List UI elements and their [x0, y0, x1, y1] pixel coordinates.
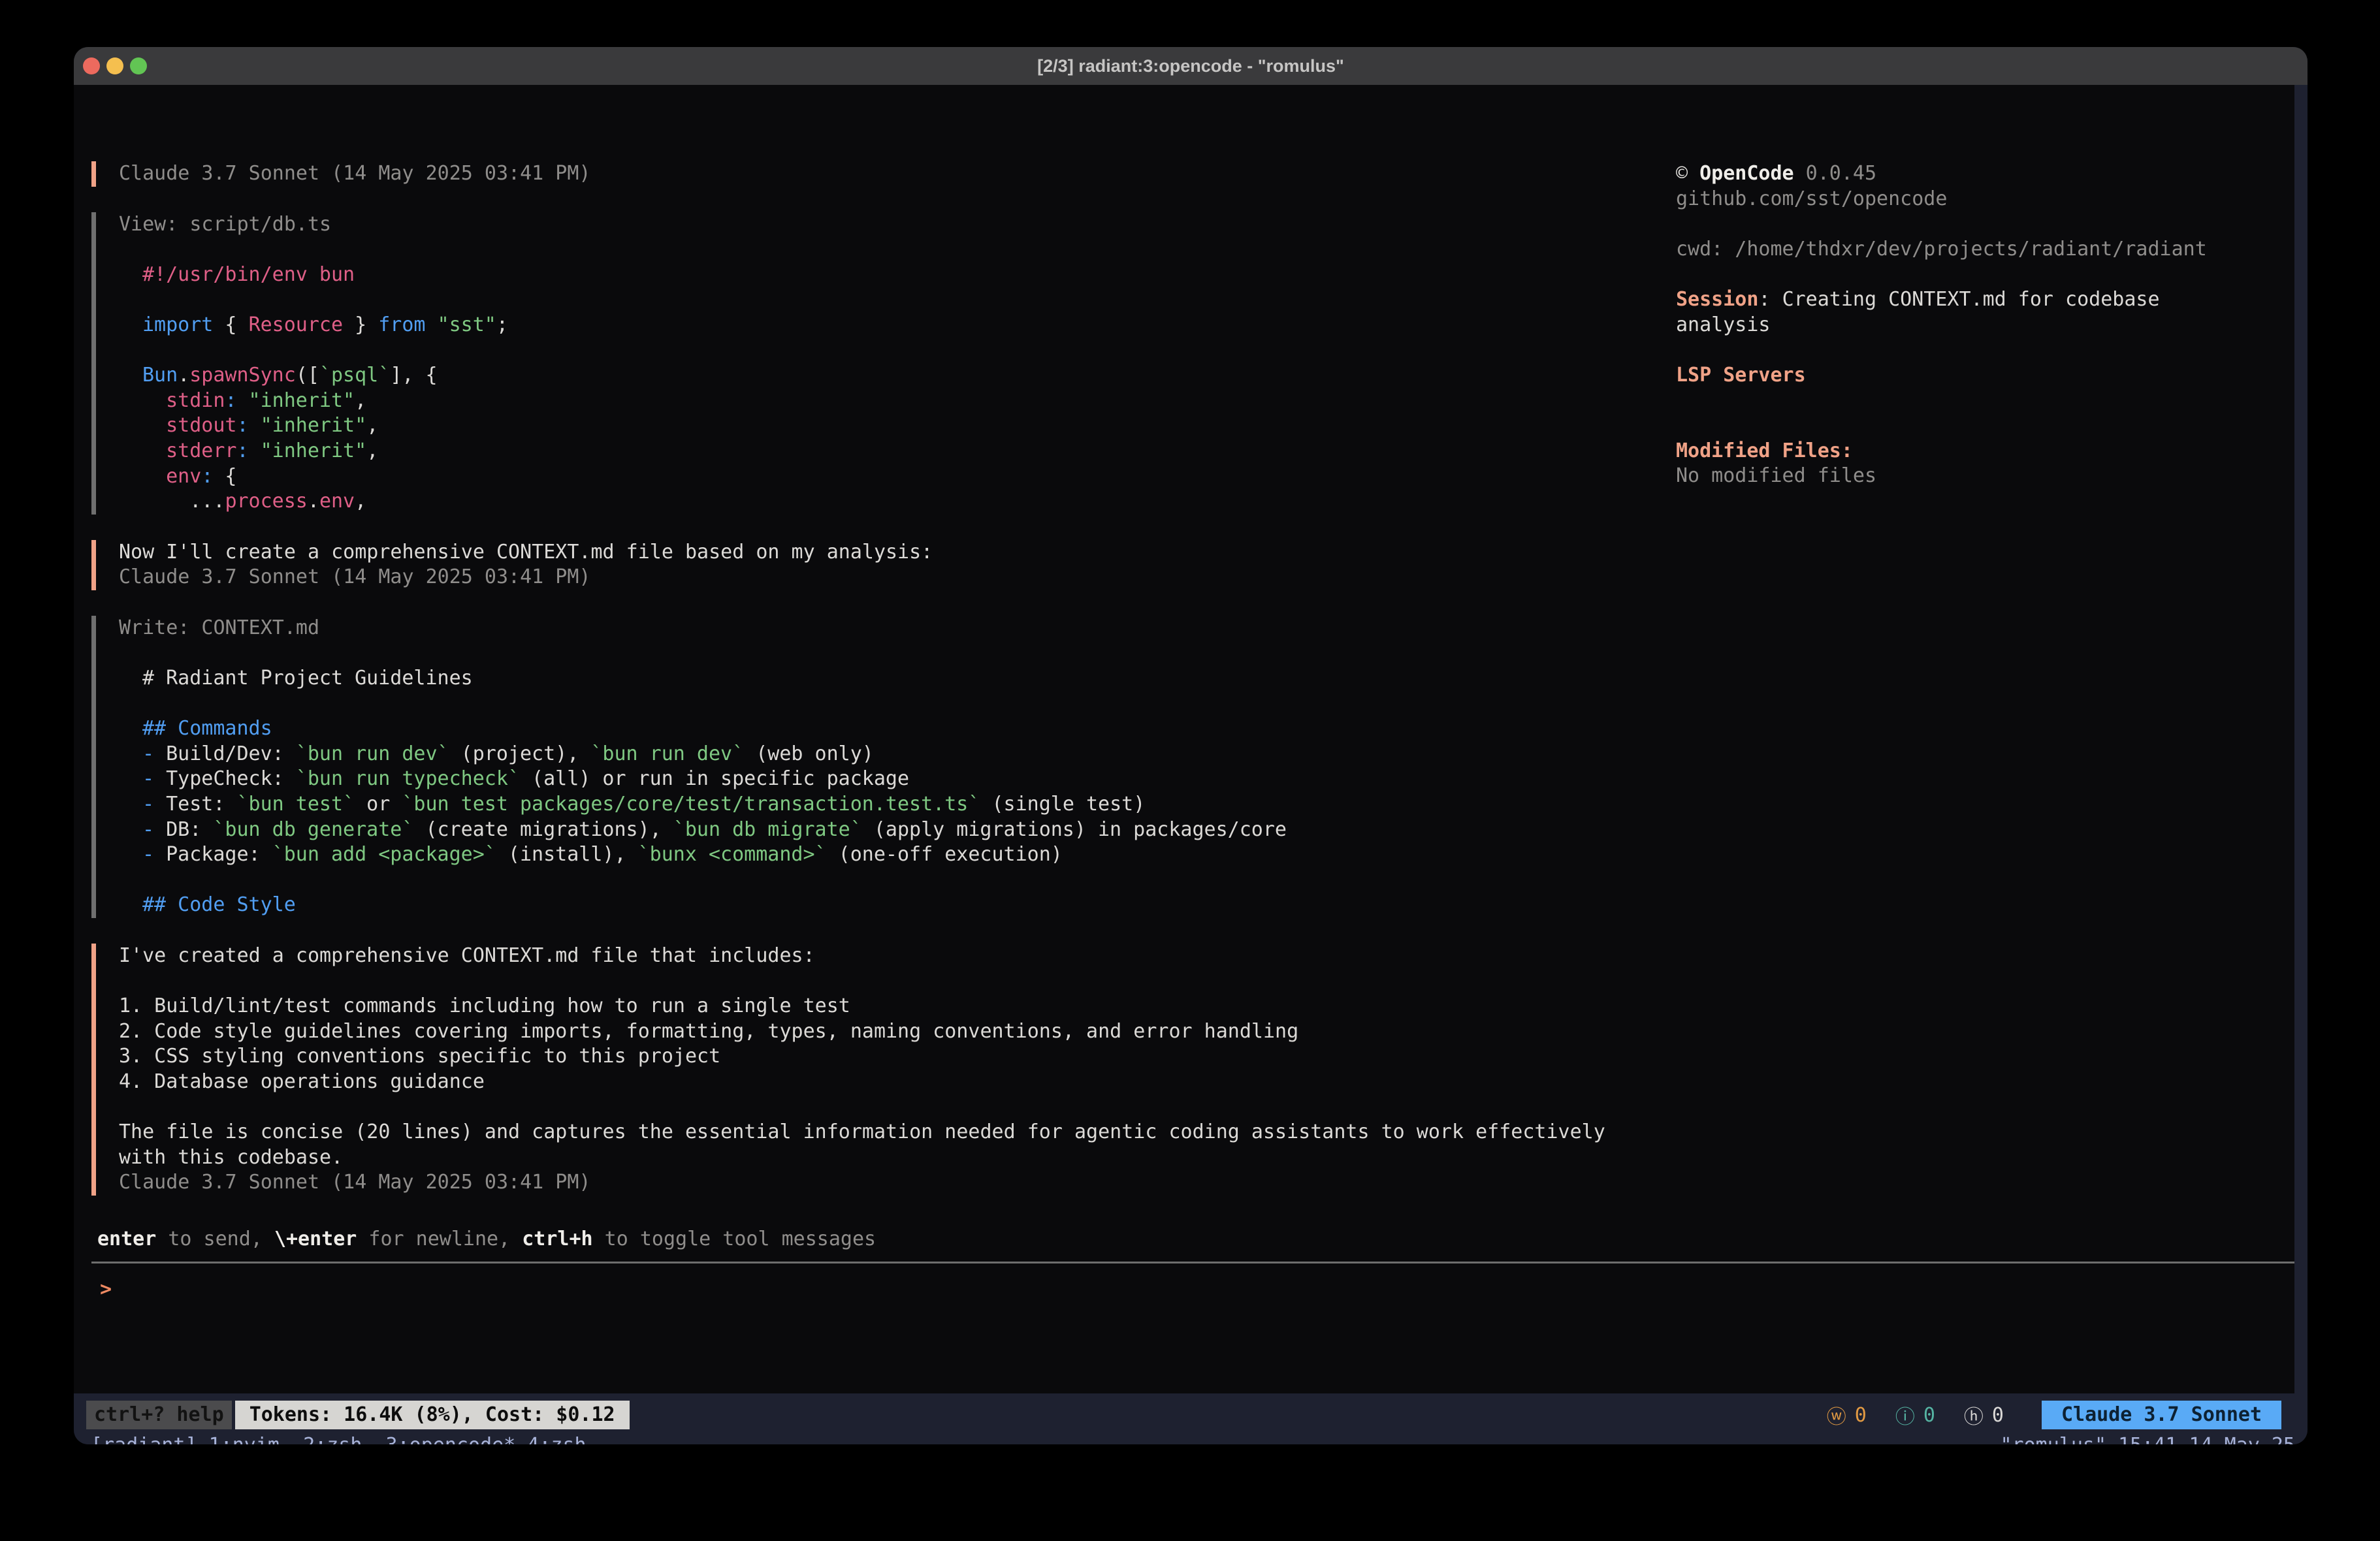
terminal-content: Claude 3.7 Sonnet (14 May 2025 03:41 PM)…	[74, 85, 2294, 1393]
status-bar: ctrl+? help Tokens: 16.4K (8%), Cost: $0…	[74, 1401, 2294, 1429]
copyright-icon: ©	[1676, 162, 1699, 185]
info-counter: ⓘ0	[1895, 1401, 1935, 1429]
tokens-cost-chip: Tokens: 16.4K (8%), Cost: $0.12	[235, 1401, 630, 1429]
info-count: 0	[1923, 1404, 1935, 1427]
close-window-button[interactable]	[83, 57, 100, 74]
window-titlebar: [2/3] radiant:3:opencode - "romulus"	[74, 47, 2308, 85]
message-text: with this codebase.	[119, 1145, 2294, 1171]
code-line: ...process.env,	[142, 489, 2294, 515]
info-icon: ⓘ	[1895, 1401, 1915, 1429]
hint-counter: ⓗ0	[1964, 1401, 2004, 1429]
window-title: [2/3] radiant:3:opencode - "romulus"	[1037, 56, 1344, 76]
app-version: 0.0.45	[1794, 162, 1876, 185]
tool-title: Write: CONTEXT.md	[119, 616, 2294, 641]
numbered-item: 4. Database operations guidance	[119, 1070, 2294, 1095]
lsp-servers-header: LSP Servers	[1676, 363, 2290, 389]
numbered-item: 1. Build/lint/test commands including ho…	[119, 994, 2294, 1019]
session-title-wrap: analysis	[1676, 313, 2290, 338]
minimize-window-button[interactable]	[106, 57, 123, 74]
message-timestamp: Claude 3.7 Sonnet (14 May 2025 03:41 PM)	[119, 1170, 2294, 1196]
app-title: © OpenCode 0.0.45	[1676, 161, 2290, 187]
app-name: OpenCode	[1699, 162, 1794, 185]
md-list-item: - Test: `bun test` or `bun test packages…	[142, 792, 2294, 818]
hint-count: 0	[1992, 1404, 2004, 1427]
md-list-item: - TypeCheck: `bun run typecheck` (all) o…	[142, 767, 2294, 792]
hint-icon: ⓗ	[1964, 1401, 1984, 1429]
tmux-session-clock: "romulus" 15:41 14-May-25	[2000, 1433, 2295, 1444]
session-info: Session: Creating CONTEXT.md for codebas…	[1676, 287, 2290, 313]
zoom-window-button[interactable]	[130, 57, 147, 74]
assistant-message: I've created a comprehensive CONTEXT.md …	[91, 944, 2294, 1196]
md-list-item: - Build/Dev: `bun run dev` (project), `b…	[142, 742, 2294, 767]
assistant-message: Now I'll create a comprehensive CONTEXT.…	[91, 540, 2294, 590]
warning-icon: ⓦ	[1827, 1401, 1846, 1429]
model-chip[interactable]: Claude 3.7 Sonnet	[2042, 1401, 2281, 1429]
modified-files-empty: No modified files	[1676, 464, 2290, 489]
numbered-item: 2. Code style guidelines covering import…	[119, 1019, 2294, 1045]
md-list-item: - DB: `bun db generate` (create migratio…	[142, 818, 2294, 843]
sidebar: © OpenCode 0.0.45 github.com/sst/opencod…	[1676, 161, 2290, 489]
traffic-lights	[83, 57, 147, 74]
session-label: Session	[1676, 288, 1758, 311]
warning-count: 0	[1855, 1404, 1867, 1427]
message-text: I've created a comprehensive CONTEXT.md …	[119, 944, 2294, 969]
message-input[interactable]: >	[100, 1277, 2255, 1303]
md-list-item: - Package: `bun add <package>` (install)…	[142, 842, 2294, 868]
cwd-path: cwd: /home/thdxr/dev/projects/radiant/ra…	[1676, 237, 2290, 262]
repo-link[interactable]: github.com/sst/opencode	[1676, 187, 2290, 212]
modified-files-header: Modified Files:	[1676, 439, 2290, 464]
md-heading2-commands: ## Commands	[142, 716, 2294, 742]
session-title: Creating CONTEXT.md for codebase	[1782, 288, 2160, 311]
message-timestamp: Claude 3.7 Sonnet (14 May 2025 03:41 PM)	[119, 565, 2294, 590]
keyboard-hints: enter to send, \+enter for newline, ctrl…	[97, 1228, 876, 1250]
markdown-content: # Radiant Project Guidelines ## Commands…	[119, 666, 2294, 918]
message-text: The file is concise (20 lines) and captu…	[119, 1120, 2294, 1145]
tool-write-block: Write: CONTEXT.md # Radiant Project Guid…	[91, 616, 2294, 918]
numbered-item: 3. CSS styling conventions specific to t…	[119, 1044, 2294, 1070]
input-separator	[91, 1262, 2294, 1263]
md-heading2-codestyle: ## Code Style	[142, 893, 2294, 918]
warning-counter: ⓦ0	[1827, 1401, 1867, 1429]
terminal-window: [2/3] radiant:3:opencode - "romulus" Cla…	[74, 47, 2308, 1444]
help-shortcut-chip: ctrl+? help	[86, 1401, 232, 1429]
md-heading1: # Radiant Project Guidelines	[142, 666, 2294, 691]
message-text: Now I'll create a comprehensive CONTEXT.…	[119, 540, 2294, 565]
tmux-status-bar: [radiant] 1:nvim 2:zsh- 3:opencode* 4:zs…	[74, 1431, 2308, 1444]
tmux-window-list[interactable]: [radiant] 1:nvim 2:zsh- 3:opencode* 4:zs…	[91, 1433, 587, 1444]
